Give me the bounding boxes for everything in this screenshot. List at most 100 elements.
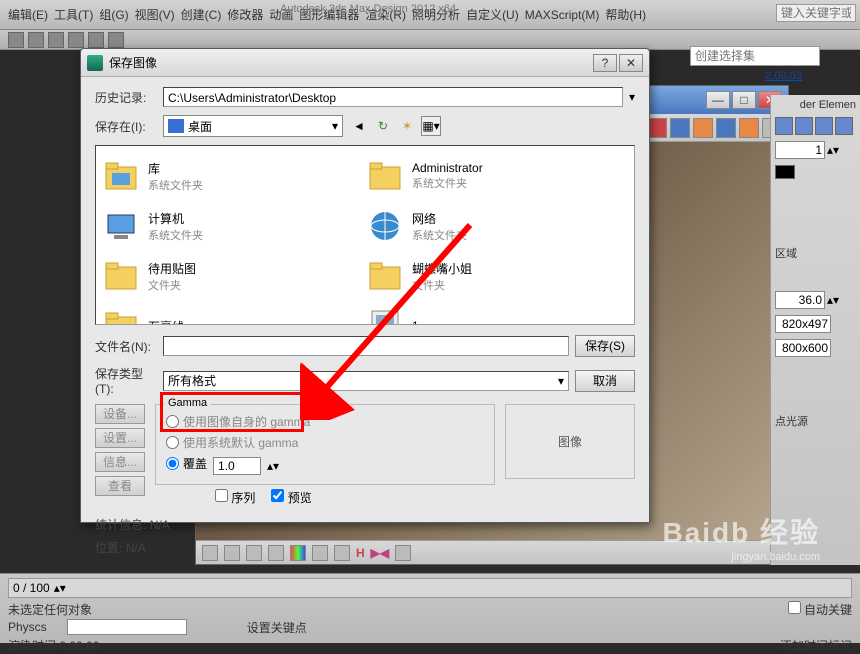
spinner-arrows[interactable]: ▴▾	[267, 459, 279, 473]
dim-input[interactable]	[775, 339, 831, 357]
file-icon	[366, 307, 404, 325]
file-item[interactable]: 待用贴图文件夹	[102, 252, 364, 300]
panel-icon[interactable]	[835, 117, 853, 135]
file-item[interactable]: 计算机系统文件夹	[102, 202, 364, 250]
file-name: 1	[412, 319, 419, 325]
gamma-radio-override[interactable]: 覆盖	[166, 455, 207, 472]
filename-input[interactable]	[163, 336, 569, 356]
up-icon[interactable]: ↻	[373, 116, 393, 136]
add-time-tag[interactable]: 添加时间标记	[780, 637, 852, 654]
file-item[interactable]: 1	[366, 302, 628, 325]
rt-swatch-icon[interactable]	[739, 118, 759, 138]
file-item[interactable]: 库系统文件夹	[102, 152, 364, 200]
rt-swatch-icon[interactable]	[647, 118, 667, 138]
filename-label: 文件名(N):	[95, 338, 157, 355]
sequence-checkbox[interactable]: 序列	[215, 489, 255, 506]
file-item[interactable]: Administrator系统文件夹	[366, 152, 628, 200]
dialog-titlebar[interactable]: 保存图像 ? ✕	[81, 49, 649, 77]
back-icon[interactable]: ◄	[349, 116, 369, 136]
file-name: Administrator	[412, 161, 483, 175]
help-button[interactable]: ?	[593, 54, 617, 72]
rollout-tab[interactable]: der Elemen	[775, 99, 856, 111]
history-combo[interactable]: C:\Users\Administrator\Desktop	[163, 87, 623, 107]
render-time-status: 渲染时间 0:00:00	[8, 637, 99, 654]
close-button[interactable]: ✕	[619, 54, 643, 72]
file-icon	[102, 207, 140, 245]
dropdown-arrow-icon: ▾	[558, 374, 564, 388]
search-input[interactable]	[776, 4, 856, 22]
spinner-input[interactable]	[775, 141, 825, 159]
toolbar-icon[interactable]	[88, 32, 104, 48]
gamma-radio-own[interactable]: 使用图像自身的 gamma	[166, 413, 484, 430]
panel-icon[interactable]	[815, 117, 833, 135]
command-panel: der Elemen ▴▾ 区域 ▴▾ 点光源	[770, 95, 860, 565]
menu-item[interactable]: MAXScript(M)	[525, 8, 600, 22]
file-item[interactable]: 网络系统文件夹	[366, 202, 628, 250]
spinner-arrows[interactable]: ▴▾	[54, 581, 66, 595]
setkey-button[interactable]: 设置关键点	[247, 621, 307, 635]
status-input[interactable]	[67, 619, 187, 635]
panel-icon[interactable]	[795, 117, 813, 135]
savetype-label: 保存类型(T):	[95, 365, 157, 396]
menu-item[interactable]: 工具(T)	[54, 6, 93, 23]
update-link[interactable]: 2.00.03	[765, 70, 802, 82]
info-button[interactable]: 信息...	[95, 452, 145, 472]
file-name: 蝴蝶嘴小姐	[412, 260, 472, 277]
menu-item[interactable]: 组(G)	[99, 6, 128, 23]
rt-swatch-icon[interactable]	[693, 118, 713, 138]
file-list[interactable]: 库系统文件夹Administrator系统文件夹计算机系统文件夹网络系统文件夹待…	[95, 145, 635, 325]
toolbar-icon[interactable]	[48, 32, 64, 48]
color-swatch[interactable]	[775, 165, 795, 179]
file-item[interactable]: 蝴蝶嘴小姐文件夹	[366, 252, 628, 300]
menu-item[interactable]: 视图(V)	[135, 6, 175, 23]
menu-item[interactable]: 帮助(H)	[605, 6, 646, 23]
num-input[interactable]	[775, 291, 825, 309]
file-type: 系统文件夹	[148, 177, 203, 193]
watermark: Baidb 经验 jingyan.baidu.com	[662, 511, 820, 563]
gamma-legend: Gamma	[164, 397, 211, 409]
new-folder-icon[interactable]: ✶	[397, 116, 417, 136]
preview-checkbox[interactable]: 预览	[271, 489, 311, 506]
setup-button[interactable]: 设置...	[95, 428, 145, 448]
menu-item[interactable]: 修改器	[227, 6, 263, 23]
gamma-radio-sys[interactable]: 使用系统默认 gamma	[166, 434, 484, 451]
dim-input[interactable]	[775, 315, 831, 333]
selection-set-input[interactable]	[690, 46, 820, 66]
rt-swatch-icon[interactable]	[670, 118, 690, 138]
device-button[interactable]: 设备...	[95, 404, 145, 424]
savein-combo[interactable]: 桌面 ▾	[163, 115, 343, 137]
autokey-checkbox[interactable]: 自动关键	[788, 603, 852, 617]
view-button[interactable]: 查看	[95, 476, 145, 496]
timeline[interactable]: 0 / 100▴▾	[8, 578, 852, 598]
file-item[interactable]: 石膏线	[102, 302, 364, 325]
menu-item[interactable]: 创建(C)	[181, 6, 222, 23]
savetype-combo[interactable]: 所有格式▾	[163, 371, 569, 391]
panel-icon[interactable]	[775, 117, 793, 135]
gamma-value-input[interactable]	[213, 457, 261, 475]
toolbar-icon[interactable]	[108, 32, 124, 48]
app-title: Autodesk 3ds Max Design 2012 x64	[280, 3, 456, 15]
file-name: 网络	[412, 210, 467, 227]
cancel-button[interactable]: 取消	[575, 370, 635, 392]
menu-item[interactable]: 自定义(U)	[466, 6, 519, 23]
file-icon	[102, 257, 140, 295]
dropdown-arrow-icon[interactable]: ▾	[629, 90, 635, 104]
views-icon[interactable]: ▦▾	[421, 116, 441, 136]
minimize-button[interactable]: —	[706, 91, 730, 109]
maximize-button[interactable]: □	[732, 91, 756, 109]
menu-item[interactable]: 编辑(E)	[8, 6, 48, 23]
rt-swatch-icon[interactable]	[716, 118, 736, 138]
file-type: 系统文件夹	[412, 227, 467, 243]
physics-label: Physcs	[8, 620, 47, 634]
file-name: 石膏线	[148, 318, 184, 326]
spinner-arrows[interactable]: ▴▾	[827, 293, 839, 307]
toolbar-icon[interactable]	[28, 32, 44, 48]
spinner-arrows[interactable]: ▴▾	[827, 143, 839, 157]
file-icon	[102, 157, 140, 195]
desktop-icon	[168, 119, 184, 133]
toolbar-icon[interactable]	[68, 32, 84, 48]
file-type: 系统文件夹	[412, 175, 483, 191]
save-button[interactable]: 保存(S)	[575, 335, 635, 357]
aux-buttons: 设备... 设置... 信息... 查看	[95, 404, 145, 510]
toolbar-icon[interactable]	[8, 32, 24, 48]
